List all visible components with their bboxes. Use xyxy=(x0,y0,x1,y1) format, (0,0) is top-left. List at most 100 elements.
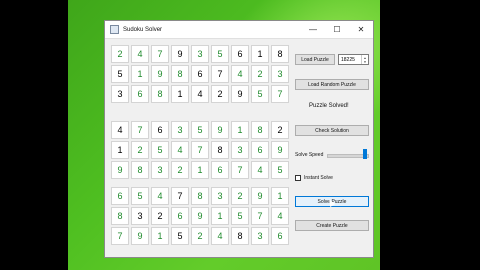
sudoku-cell[interactable]: 5 xyxy=(231,207,249,225)
sudoku-cell[interactable]: 5 xyxy=(111,65,129,83)
sudoku-cell[interactable]: 3 xyxy=(191,45,209,63)
spin-arrows-icon[interactable]: ▲ ▼ xyxy=(361,55,368,64)
sudoku-cell[interactable]: 4 xyxy=(131,45,149,63)
sudoku-cell[interactable]: 2 xyxy=(191,227,209,245)
sudoku-cell[interactable]: 5 xyxy=(211,45,229,63)
puzzle-number-spinbox[interactable]: 18225 ▲ ▼ xyxy=(338,54,369,65)
sudoku-cell[interactable]: 4 xyxy=(231,65,249,83)
sudoku-cell[interactable]: 2 xyxy=(171,161,189,179)
sudoku-cell[interactable]: 5 xyxy=(151,141,169,159)
title-bar[interactable]: Sudoku Solver — ☐ ✕ xyxy=(105,21,373,39)
sudoku-cell[interactable]: 6 xyxy=(171,207,189,225)
sudoku-cell[interactable]: 3 xyxy=(251,227,269,245)
sudoku-cell[interactable]: 8 xyxy=(171,65,189,83)
check-solution-button[interactable]: Check Solution xyxy=(295,125,369,136)
sudoku-cell[interactable]: 9 xyxy=(271,141,289,159)
sudoku-cell[interactable]: 5 xyxy=(131,187,149,205)
sudoku-cell[interactable]: 2 xyxy=(211,85,229,103)
sudoku-cell[interactable]: 2 xyxy=(151,207,169,225)
sudoku-cell[interactable]: 3 xyxy=(211,187,229,205)
sudoku-cell[interactable]: 4 xyxy=(171,141,189,159)
sudoku-cell[interactable]: 9 xyxy=(171,45,189,63)
sudoku-cell[interactable]: 1 xyxy=(211,207,229,225)
sudoku-cell[interactable]: 8 xyxy=(271,45,289,63)
sudoku-cell[interactable]: 9 xyxy=(151,65,169,83)
sudoku-cell[interactable]: 8 xyxy=(251,121,269,139)
sudoku-box: 654 832 791 xyxy=(111,187,169,245)
sudoku-cell[interactable]: 5 xyxy=(251,85,269,103)
sudoku-cell[interactable]: 3 xyxy=(111,85,129,103)
sudoku-cell[interactable]: 8 xyxy=(151,85,169,103)
sudoku-cell[interactable]: 1 xyxy=(111,141,129,159)
sudoku-cell[interactable]: 1 xyxy=(251,45,269,63)
sudoku-cell[interactable]: 4 xyxy=(191,85,209,103)
sudoku-cell[interactable]: 4 xyxy=(111,121,129,139)
sudoku-cell[interactable]: 1 xyxy=(131,65,149,83)
sudoku-cell[interactable]: 3 xyxy=(231,141,249,159)
sudoku-box: 783 691 524 xyxy=(171,187,229,245)
sudoku-cell[interactable]: 7 xyxy=(151,45,169,63)
load-random-puzzle-button[interactable]: Load Random Puzzle xyxy=(295,79,369,90)
sudoku-cell[interactable]: 1 xyxy=(231,121,249,139)
sudoku-cell[interactable]: 2 xyxy=(231,187,249,205)
minimize-icon[interactable]: — xyxy=(301,21,325,38)
sudoku-cell[interactable]: 9 xyxy=(131,227,149,245)
sudoku-cell[interactable]: 4 xyxy=(271,207,289,225)
sudoku-cell[interactable]: 9 xyxy=(251,187,269,205)
sudoku-cell[interactable]: 6 xyxy=(271,227,289,245)
sudoku-cell[interactable]: 3 xyxy=(271,65,289,83)
sudoku-cell[interactable]: 2 xyxy=(111,45,129,63)
sudoku-cell[interactable]: 8 xyxy=(131,161,149,179)
maximize-icon[interactable]: ☐ xyxy=(325,21,349,38)
close-icon[interactable]: ✕ xyxy=(349,21,373,38)
sudoku-cell[interactable]: 7 xyxy=(191,141,209,159)
sudoku-cell[interactable]: 6 xyxy=(211,161,229,179)
sudoku-box: 359 478 216 xyxy=(171,121,229,179)
sudoku-cell[interactable]: 9 xyxy=(191,207,209,225)
sudoku-cell[interactable]: 7 xyxy=(211,65,229,83)
status-message: Puzzle Solved! xyxy=(309,103,349,109)
sudoku-cell[interactable]: 2 xyxy=(131,141,149,159)
instant-solve-label: Instant Solve xyxy=(304,175,333,181)
load-puzzle-button[interactable]: Load Puzzle xyxy=(295,54,335,65)
sudoku-cell[interactable]: 6 xyxy=(151,121,169,139)
sudoku-cell[interactable]: 5 xyxy=(191,121,209,139)
sudoku-cell[interactable]: 7 xyxy=(171,187,189,205)
sudoku-cell[interactable]: 7 xyxy=(271,85,289,103)
sudoku-solver-window: Sudoku Solver — ☐ ✕ 24751936893586714261… xyxy=(104,20,374,258)
sudoku-cell[interactable]: 1 xyxy=(151,227,169,245)
sudoku-cell[interactable]: 6 xyxy=(131,85,149,103)
sudoku-cell[interactable]: 7 xyxy=(251,207,269,225)
sudoku-cell[interactable]: 9 xyxy=(211,121,229,139)
sudoku-cell[interactable]: 4 xyxy=(251,161,269,179)
sudoku-cell[interactable]: 1 xyxy=(271,187,289,205)
sudoku-cell[interactable]: 6 xyxy=(111,187,129,205)
sudoku-cell[interactable]: 5 xyxy=(271,161,289,179)
sudoku-cell[interactable]: 2 xyxy=(271,121,289,139)
create-puzzle-button[interactable]: Create Puzzle xyxy=(295,220,369,231)
sudoku-cell[interactable]: 5 xyxy=(171,227,189,245)
sudoku-cell[interactable]: 6 xyxy=(231,45,249,63)
sudoku-cell[interactable]: 4 xyxy=(211,227,229,245)
sudoku-cell[interactable]: 3 xyxy=(131,207,149,225)
sudoku-cell[interactable]: 1 xyxy=(171,85,189,103)
sudoku-cell[interactable]: 1 xyxy=(191,161,209,179)
sudoku-cell[interactable]: 7 xyxy=(111,227,129,245)
window-title: Sudoku Solver xyxy=(123,26,163,33)
sudoku-cell[interactable]: 6 xyxy=(191,65,209,83)
sudoku-cell[interactable]: 7 xyxy=(231,161,249,179)
sudoku-cell[interactable]: 2 xyxy=(251,65,269,83)
sudoku-cell[interactable]: 9 xyxy=(231,85,249,103)
sudoku-cell[interactable]: 4 xyxy=(151,187,169,205)
sudoku-cell[interactable]: 7 xyxy=(131,121,149,139)
sudoku-cell[interactable]: 3 xyxy=(171,121,189,139)
sudoku-cell[interactable]: 9 xyxy=(111,161,129,179)
sudoku-cell[interactable]: 3 xyxy=(151,161,169,179)
sudoku-cell[interactable]: 6 xyxy=(251,141,269,159)
sudoku-cell[interactable]: 8 xyxy=(231,227,249,245)
instant-solve-checkbox[interactable] xyxy=(295,175,301,181)
sudoku-cell[interactable]: 8 xyxy=(211,141,229,159)
sudoku-cell[interactable]: 8 xyxy=(111,207,129,225)
solve-speed-slider-thumb[interactable] xyxy=(363,149,367,159)
sudoku-cell[interactable]: 8 xyxy=(191,187,209,205)
